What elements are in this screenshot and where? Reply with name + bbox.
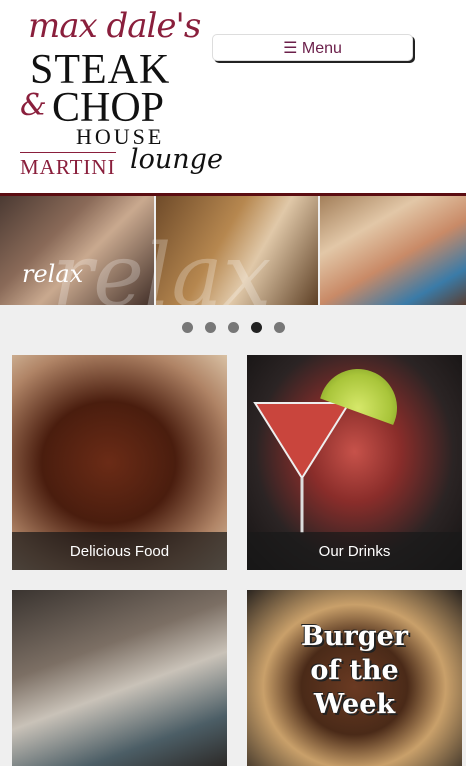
carousel-dot[interactable] xyxy=(273,322,285,333)
site-header: max dale's STEAK & CHOP HOUSE MARTINI lo… xyxy=(0,0,466,195)
burger-title: Burger of the Week xyxy=(301,621,408,720)
restaurant-logo[interactable]: max dale's STEAK & CHOP HOUSE MARTINI lo… xyxy=(18,6,223,186)
logo-martini: MARTINI xyxy=(20,152,116,180)
tile-buffet[interactable] xyxy=(12,590,227,766)
banner-caption: relax xyxy=(22,260,84,288)
logo-lounge: lounge xyxy=(130,144,223,175)
tile-caption: Delicious Food xyxy=(12,532,227,570)
logo-steak: STEAK xyxy=(30,47,171,93)
tile-burger-of-the-week[interactable]: Burger of the Week xyxy=(247,590,462,766)
carousel-dot[interactable] xyxy=(181,322,193,333)
carousel-dot[interactable] xyxy=(204,322,216,333)
martini-glass-icon xyxy=(253,402,351,533)
carousel-dot[interactable] xyxy=(227,322,239,333)
tile-delicious-food[interactable]: Delicious Food xyxy=(12,355,227,570)
hero-banner[interactable]: relax relax xyxy=(0,193,466,305)
logo-script: max dale's xyxy=(28,6,201,46)
banner-photo-women xyxy=(320,196,466,305)
logo-chop: CHOP xyxy=(52,85,165,131)
banner-ghost-text: relax xyxy=(52,226,272,305)
logo-ampersand: & xyxy=(20,88,47,123)
tile-our-drinks[interactable]: Our Drinks xyxy=(247,355,462,570)
carousel-dot[interactable] xyxy=(250,322,262,333)
tile-caption: Our Drinks xyxy=(247,532,462,570)
menu-button[interactable]: ☰ Menu xyxy=(212,34,413,61)
carousel-dots xyxy=(0,322,466,336)
